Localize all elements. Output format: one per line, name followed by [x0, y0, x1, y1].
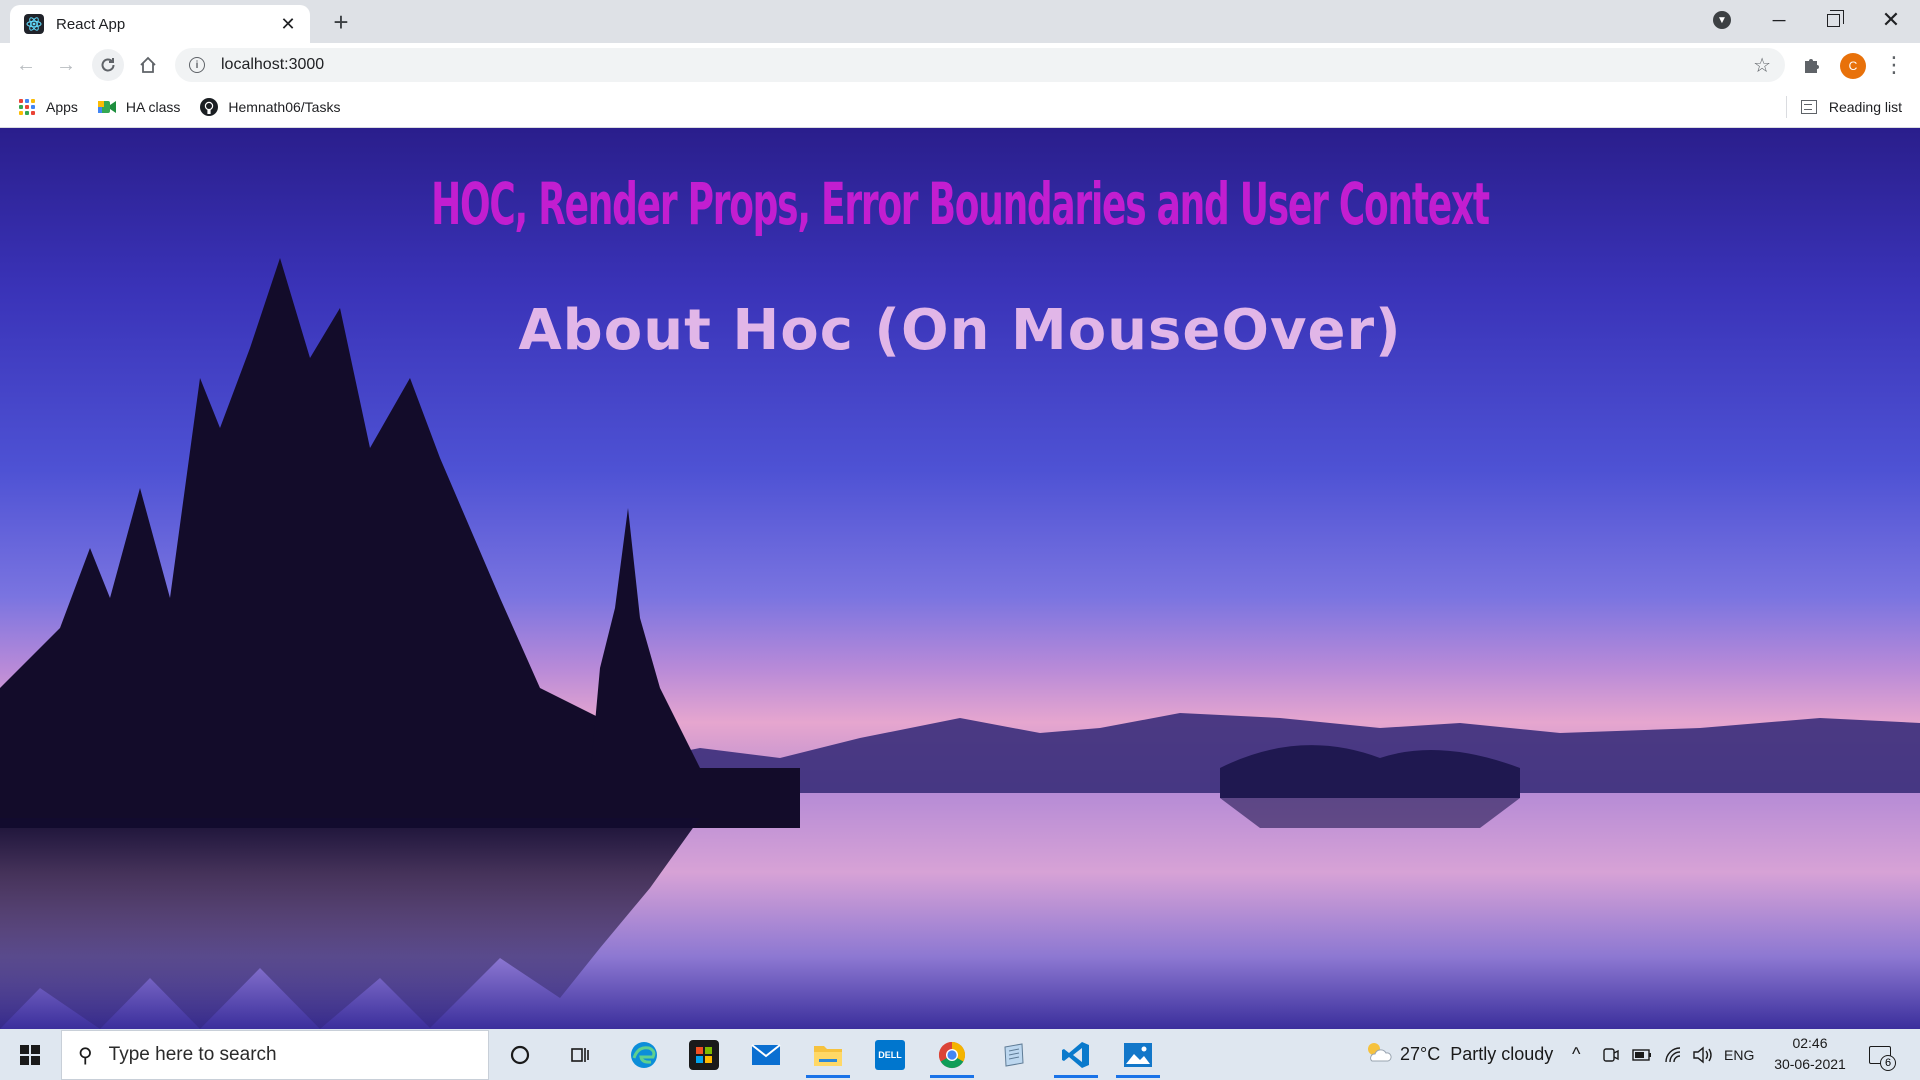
browser-toolbar: ← → i localhost:3000 ☆ C ⋮ [0, 43, 1920, 87]
address-bar[interactable]: i localhost:3000 ☆ [175, 48, 1785, 82]
page-title: HOC, Render Props, Error Boundaries and … [431, 170, 1490, 238]
tab-search-button[interactable]: ▼ [1708, 0, 1736, 40]
tab-close-icon[interactable]: ✕ [278, 14, 298, 35]
weather-temperature: 27°C [1400, 1044, 1441, 1064]
address-url[interactable]: localhost:3000 [221, 56, 1753, 74]
bookmark-star-icon[interactable]: ☆ [1753, 53, 1771, 78]
back-button[interactable]: ← [10, 49, 42, 81]
taskbar-store[interactable] [676, 1032, 732, 1078]
forward-button[interactable]: → [50, 49, 82, 81]
bookmark-label: HA class [125, 99, 181, 115]
chrome-icon [938, 1041, 966, 1069]
bookmark-label: Apps [46, 99, 78, 115]
extensions-button[interactable] [1796, 49, 1828, 81]
browser-tab[interactable]: React App ✕ [10, 5, 310, 43]
weather-widget[interactable]: 27°C Partly cloudy [1364, 1029, 1553, 1080]
bookmark-github-tasks[interactable]: Hemnath06/Tasks [200, 98, 340, 116]
chevron-up-icon: ^ [1572, 1044, 1581, 1064]
taskbar-search-box[interactable]: ⚲ Type here to search [61, 1030, 489, 1080]
task-view-button[interactable] [552, 1032, 608, 1078]
taskbar-photos[interactable] [1110, 1032, 1166, 1078]
site-info-icon[interactable]: i [189, 57, 205, 73]
vscode-icon [1062, 1042, 1089, 1068]
restore-button[interactable] [1810, 0, 1856, 40]
taskbar-vscode[interactable] [1048, 1032, 1104, 1078]
bookmark-ha-class[interactable]: HA class [97, 98, 181, 116]
taskbar-chrome[interactable] [924, 1032, 980, 1078]
reading-list-icon [1800, 100, 1817, 114]
notification-count: 6 [1880, 1055, 1896, 1071]
bookmarks-bar: Apps HA class Hemnath06/Tasks Reading li… [0, 87, 1920, 128]
meet-now-icon [1603, 1047, 1619, 1062]
bookmark-apps[interactable]: Apps [18, 98, 78, 116]
page-content: HOC, Render Props, Error Boundaries and … [0, 128, 1920, 1029]
home-button[interactable] [132, 49, 164, 81]
file-explorer-icon [814, 1046, 842, 1066]
hoc-mouseover-heading[interactable]: About Hoc (On MouseOver) [0, 298, 1920, 363]
photos-icon [1124, 1043, 1152, 1067]
dell-icon: DELL [875, 1040, 905, 1070]
taskbar-file-explorer[interactable] [800, 1032, 856, 1078]
mail-icon [751, 1044, 781, 1065]
search-icon: ⚲ [78, 1044, 93, 1067]
apps-grid-icon [18, 98, 36, 116]
clock-time: 02:46 [1792, 1035, 1828, 1051]
language-indicator[interactable]: ENG [1724, 1029, 1754, 1080]
task-view-icon [571, 1048, 589, 1062]
reading-list-label: Reading list [1828, 99, 1902, 115]
battery-icon [1632, 1048, 1651, 1061]
clock-date: 30-06-2021 [1774, 1056, 1846, 1072]
minimize-button[interactable]: ─ [1756, 0, 1802, 40]
new-tab-button[interactable]: + [325, 6, 357, 38]
speaker-icon [1693, 1046, 1712, 1063]
notepad-icon [1004, 1043, 1024, 1067]
windows-taskbar: ⚲ Type here to search DELL 27°C Partly c… [0, 1029, 1920, 1080]
taskbar-mail[interactable] [738, 1032, 794, 1078]
reload-button[interactable] [92, 49, 124, 81]
taskbar-edge[interactable] [616, 1032, 672, 1078]
taskbar-notepad[interactable] [986, 1032, 1042, 1078]
profile-avatar[interactable]: C [1840, 53, 1866, 79]
notification-icon: 6 [1869, 1046, 1896, 1071]
reading-list-button[interactable]: Reading list [1785, 87, 1902, 127]
google-meet-icon [97, 98, 116, 116]
volume-button[interactable] [1692, 1029, 1714, 1080]
browser-tab-strip: React App ✕ + ▼ ─ ✕ [0, 0, 1920, 43]
cortana-button[interactable] [492, 1032, 548, 1078]
close-window-button[interactable]: ✕ [1866, 0, 1916, 40]
bookmark-label: Hemnath06/Tasks [228, 99, 341, 115]
windows-logo-icon [20, 1045, 40, 1065]
cortana-icon [510, 1045, 530, 1065]
action-center-button[interactable]: 6 [1866, 1041, 1896, 1071]
battery-button[interactable] [1632, 1029, 1652, 1080]
edge-icon [631, 1042, 657, 1068]
tab-title: React App [56, 15, 126, 33]
wifi-icon [1665, 1046, 1681, 1062]
network-button[interactable] [1664, 1029, 1684, 1080]
divider [1785, 96, 1787, 118]
puzzle-icon [1805, 59, 1819, 73]
meet-now-button[interactable] [1602, 1029, 1620, 1080]
lake-landscape-background [0, 258, 1920, 1029]
react-favicon-icon [24, 14, 44, 34]
weather-condition: Partly cloudy [1450, 1044, 1554, 1064]
partly-cloudy-icon [1364, 1041, 1392, 1068]
github-icon [200, 98, 219, 116]
chrome-menu-button[interactable]: ⋮ [1878, 49, 1910, 81]
home-icon [140, 56, 156, 73]
taskbar-clock[interactable]: 02:46 30-06-2021 [1760, 1033, 1860, 1075]
search-placeholder: Type here to search [108, 1044, 277, 1065]
show-hidden-icons-button[interactable]: ^ [1572, 1029, 1580, 1080]
store-icon [689, 1040, 719, 1070]
start-button[interactable] [8, 1037, 52, 1073]
restore-icon [1826, 9, 1844, 27]
taskbar-dell[interactable]: DELL [862, 1032, 918, 1078]
reload-icon [101, 58, 115, 72]
chevron-down-icon: ▼ [1713, 11, 1731, 29]
